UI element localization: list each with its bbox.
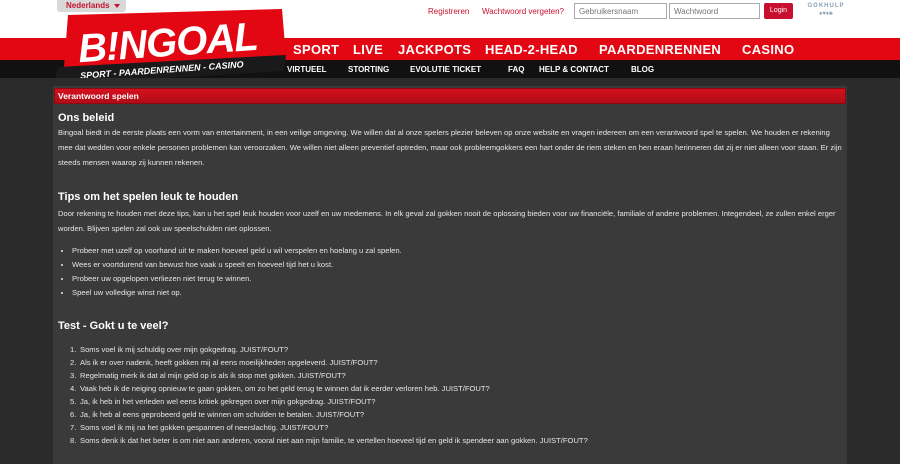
- gokhulp-label: GOKHULP: [807, 3, 845, 9]
- subnav-evolutie-ticket[interactable]: EVOLUTIE TICKET: [410, 64, 481, 75]
- list-item: Wees er voortdurend van bewust hoe vaak …: [72, 258, 402, 272]
- tips-list: Probeer met uzelf op voorhand uit te mak…: [72, 244, 402, 300]
- subnav-storting[interactable]: STORTING: [348, 64, 389, 75]
- card-suits-icon: ♠♥♦♣: [819, 11, 833, 17]
- list-item: 1. Soms voel ik mij schuldig over mijn go…: [70, 345, 289, 354]
- section-paragraph-tips: Door rekening te houden met deze tips, k…: [58, 209, 836, 233]
- register-link[interactable]: Registreren: [428, 7, 469, 17]
- quiz-list: 1. Soms voel ik mij schuldig over mijn go…: [70, 343, 588, 447]
- panel-title: Verantwoord spelen: [58, 91, 139, 101]
- gokhulp-logo[interactable]: GOKHULP ♠♥♦♣: [803, 3, 849, 21]
- list-item: 5. Ja, ik heb in het verleden wel eens kr…: [70, 397, 376, 406]
- nav-jackpots[interactable]: JACKPOTS: [398, 41, 471, 58]
- list-item: 3. Regelmatig merk ik dat al mijn geld op…: [70, 371, 346, 380]
- nav-live[interactable]: LIVE: [353, 41, 383, 58]
- list-item: Speel uw volledige winst niet op.: [72, 286, 402, 300]
- section-paragraph-policy: Bingoal biedt in de eerste plaats een vo…: [58, 128, 842, 167]
- forgot-password-link[interactable]: Wachtwoord vergeten?: [482, 7, 564, 17]
- list-item: 7. Soms voel ik mij na het gokken gespann…: [70, 423, 329, 432]
- section-heading-tips: Tips om het spelen leuk te houden: [58, 191, 239, 203]
- subnav-help-contact[interactable]: HELP & CONTACT: [539, 64, 609, 75]
- subnav-faq[interactable]: FAQ: [508, 64, 524, 75]
- list-item: 2. Als ik er over nadenk, heeft gokken mi…: [70, 358, 378, 367]
- nav-head-2-head[interactable]: HEAD-2-HEAD: [485, 41, 578, 58]
- panel-title-bar: [54, 88, 846, 104]
- list-item: Probeer uw opgelopen verliezen niet teru…: [72, 272, 402, 286]
- list-item: 4. Vaak heb ik de neiging opnieuw te gaan…: [70, 384, 490, 393]
- login-button[interactable]: Login: [764, 3, 793, 19]
- subnav-blog[interactable]: BLOG: [631, 64, 654, 75]
- password-input[interactable]: [669, 3, 760, 19]
- bingoal-logo[interactable]: B!NGOAL SPORT - PAARDENRENNEN - CASINO: [54, 9, 289, 85]
- list-item: Probeer met uzelf op voorhand uit te mak…: [72, 244, 402, 258]
- section-heading-test: Test - Gokt u te veel?: [58, 320, 169, 332]
- nav-casino[interactable]: CASINO: [742, 41, 794, 58]
- list-item: 8. Soms denk ik dat het beter is om niet …: [70, 436, 588, 445]
- list-item: 6. Ja, ik heb al eens geprobeerd geld te …: [70, 410, 365, 419]
- chevron-down-icon: [114, 4, 120, 8]
- subnav-virtueel[interactable]: VIRTUEEL: [287, 64, 327, 75]
- section-heading-policy: Ons beleid: [58, 112, 115, 124]
- nav-sport[interactable]: SPORT: [293, 41, 339, 58]
- nav-paardenrennen[interactable]: PAARDENRENNEN: [599, 41, 721, 58]
- username-input[interactable]: [574, 3, 667, 19]
